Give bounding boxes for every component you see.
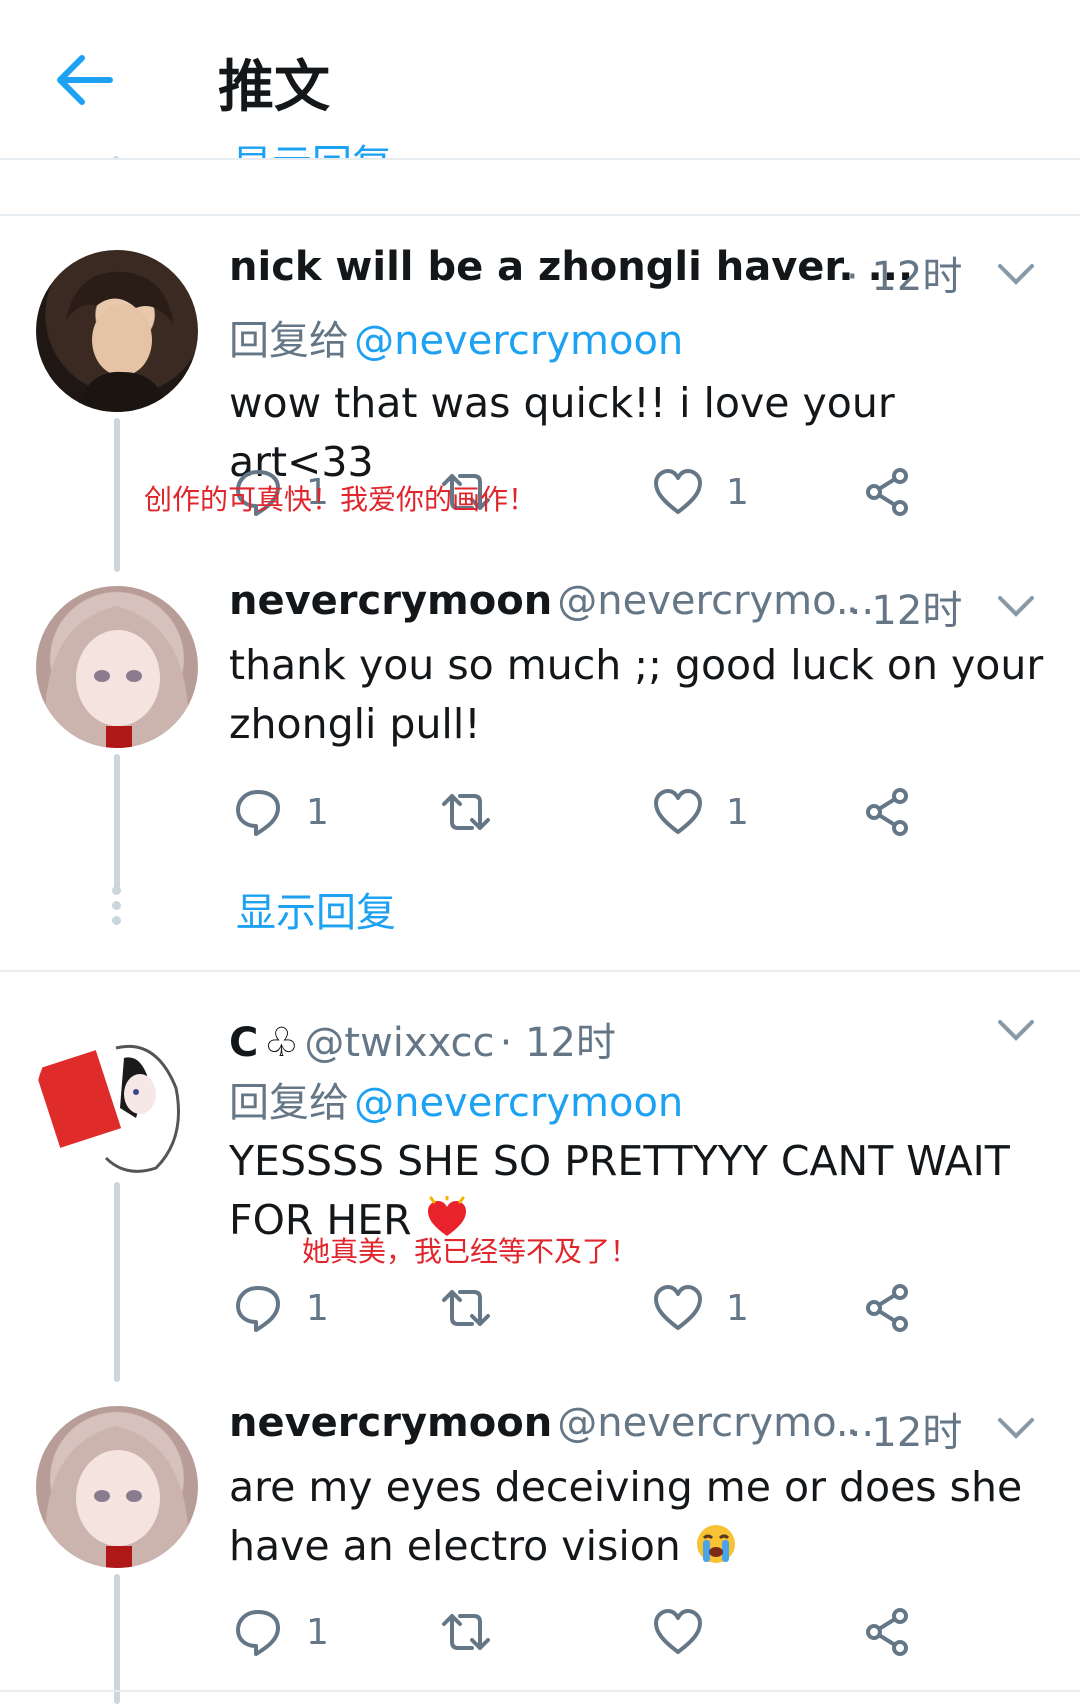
divider — [0, 214, 1080, 216]
comment-icon — [236, 1610, 280, 1656]
like-button[interactable]: 1 — [652, 462, 749, 522]
handle[interactable]: @nevercrymo... — [557, 1400, 874, 1446]
tweet-header: nevercrymoon @nevercrymo... — [229, 578, 874, 624]
thread-line — [114, 754, 120, 890]
divider — [0, 1690, 1080, 1692]
reply-button[interactable]: 1 — [232, 1602, 329, 1662]
chevron-down-icon[interactable] — [996, 260, 1036, 290]
handle[interactable]: @twixxcc — [304, 1020, 494, 1066]
tweet-time: · 12时 — [846, 578, 962, 636]
thread-line — [114, 418, 120, 572]
tweet-text-line: thank you so much ;; good luck on your — [229, 641, 1044, 689]
page-title: 推文 — [218, 55, 330, 120]
display-name[interactable]: nick will be a zhongli haver. ... — [229, 244, 913, 290]
timestamp: · 12时 — [846, 254, 963, 300]
reply-label: 回复给 — [229, 1080, 349, 1126]
share-button[interactable] — [862, 782, 914, 842]
tweet-text-line: have an electro vision — [229, 1517, 1049, 1576]
like-count: 1 — [726, 1287, 749, 1329]
tweet-header: nick will be a zhongli haver. ... — [229, 244, 913, 290]
tweet-text-line: zhongli pull! — [229, 700, 481, 748]
share-icon — [866, 788, 908, 836]
chevron-down-icon[interactable] — [996, 1016, 1036, 1046]
arrow-left-icon[interactable] — [54, 52, 114, 108]
avatar[interactable] — [36, 586, 198, 748]
share-button[interactable] — [862, 1602, 914, 1662]
share-button[interactable] — [862, 462, 914, 522]
reply-context: 回复给 @nevercrymoon — [229, 308, 683, 366]
handle[interactable]: @nevercrymo... — [557, 578, 874, 624]
show-replies-link[interactable]: 显示回复 — [232, 132, 392, 158]
divider — [0, 970, 1080, 972]
reply-label: 回复给 — [229, 318, 349, 364]
tweet-text-line: are my eyes deceiving me or does she — [229, 1463, 1023, 1511]
avatar[interactable] — [36, 1406, 198, 1568]
timestamp: · 12时 — [846, 1410, 963, 1456]
reply-count: 1 — [306, 1287, 329, 1329]
retweet-button[interactable] — [440, 1278, 514, 1338]
like-count: 1 — [726, 791, 749, 833]
loudly-crying-face-icon — [694, 1522, 738, 1566]
display-name[interactable]: nevercrymoon — [229, 1400, 552, 1446]
tweet-text-fragment: have an electro vision — [229, 1522, 681, 1570]
thread-dot — [113, 156, 119, 158]
share-icon — [866, 1284, 908, 1332]
heart-icon — [654, 1285, 702, 1330]
thread-line — [114, 1574, 120, 1704]
reply-to-link[interactable]: @nevercrymoon — [354, 318, 683, 364]
thread-more-dots — [110, 886, 122, 931]
retweet-icon — [442, 1614, 490, 1650]
retweet-button[interactable] — [440, 1602, 514, 1662]
avatar[interactable] — [36, 1018, 198, 1180]
chevron-down-icon[interactable] — [996, 592, 1036, 622]
top-bar: 推文 显示回复 — [0, 0, 1080, 160]
display-name[interactable]: nevercrymoon — [229, 578, 552, 624]
reply-button[interactable]: 1 — [232, 1278, 329, 1338]
tweet-text-line: YESSSS SHE SO PRETTYYY CANT WAIT — [229, 1137, 1010, 1185]
reply-to-link[interactable]: @nevercrymoon — [354, 1080, 683, 1126]
reply-context: 回复给 @nevercrymoon — [229, 1070, 683, 1128]
retweet-icon — [442, 1290, 490, 1326]
like-button[interactable]: 1 — [652, 1278, 749, 1338]
tweet-header: nevercrymoon @nevercrymo... — [229, 1400, 874, 1446]
thread-line — [114, 1182, 120, 1382]
like-button[interactable]: 1 — [652, 782, 749, 842]
tweet-time: · 12时 — [846, 1400, 962, 1458]
tweet-text: wow that was quick!! i love your art<33 — [229, 379, 895, 486]
share-icon — [866, 1608, 908, 1656]
heart-icon — [654, 789, 702, 834]
avatar[interactable] — [36, 250, 198, 412]
retweet-icon — [442, 794, 490, 830]
retweet-button[interactable] — [440, 782, 514, 842]
reply-count: 1 — [306, 791, 329, 833]
show-replies-link[interactable]: 显示回复 — [236, 880, 396, 938]
tweet-text: are my eyes deceiving me or does she hav… — [229, 1458, 1049, 1576]
reply-button[interactable]: 1 — [232, 782, 329, 842]
club-suit-icon: ♧ — [263, 1020, 300, 1066]
translation-annotation: 她真美，我已经等不及了！ — [302, 1235, 639, 1268]
heart-icon — [654, 1609, 702, 1654]
comment-icon — [236, 790, 280, 836]
display-name[interactable]: C — [229, 1020, 258, 1066]
share-button[interactable] — [862, 1278, 914, 1338]
timestamp: · 12时 — [846, 588, 963, 634]
like-count: 1 — [726, 471, 749, 513]
tweet-header: C ♧ @twixxcc · 12时 — [229, 1010, 616, 1068]
tweet-time: · 12时 — [846, 244, 962, 302]
comment-icon — [236, 1286, 280, 1332]
heart-icon — [654, 469, 702, 514]
timestamp: · 12时 — [499, 1020, 616, 1066]
translation-annotation: 创作的可真快！我爱你的画作！ — [144, 483, 537, 516]
tweet-text: thank you so much ;; good luck on your z… — [229, 636, 1049, 754]
chevron-down-icon[interactable] — [996, 1414, 1036, 1444]
reply-count: 1 — [306, 1611, 329, 1653]
share-icon — [866, 468, 908, 516]
like-button[interactable] — [652, 1602, 726, 1662]
